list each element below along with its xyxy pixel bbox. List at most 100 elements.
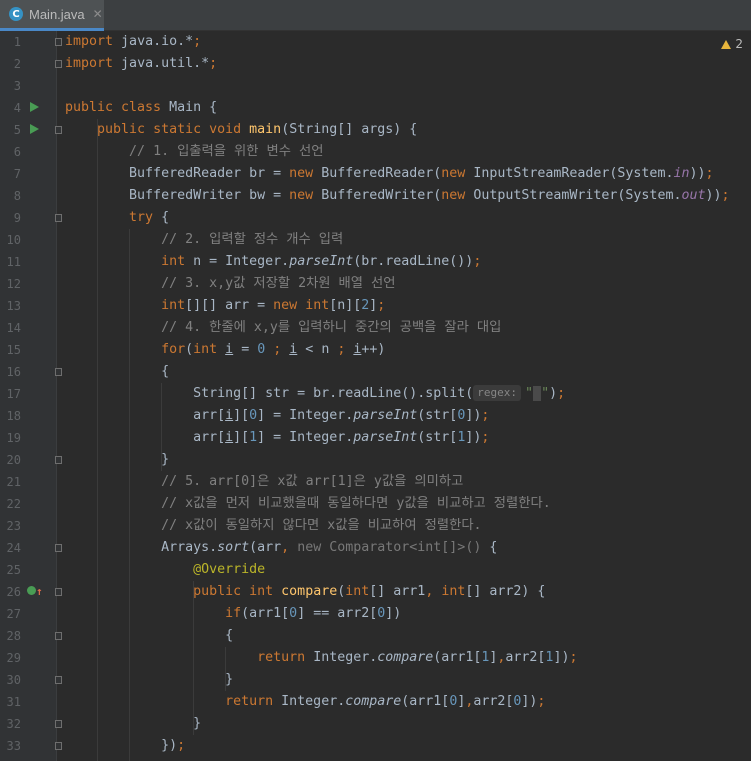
code-line[interactable]: 26 ↑ public int compare(int[] arr1, int[]…: [0, 581, 751, 603]
indent-guide: [97, 119, 98, 761]
line-number: 14: [6, 321, 21, 335]
fold-icon[interactable]: [55, 38, 62, 46]
fold-icon[interactable]: [55, 368, 62, 376]
fold-icon[interactable]: [55, 214, 62, 222]
line-number: 28: [6, 629, 21, 643]
fold-icon[interactable]: [55, 126, 62, 134]
code-line[interactable]: 2 import java.util.*;: [0, 53, 751, 75]
code-line[interactable]: 13 int[][] arr = new int[n][2];: [0, 295, 751, 317]
line-number: 30: [6, 673, 21, 687]
line-number: 17: [6, 387, 21, 401]
code-text: int n = Integer.parseInt(br.readLine());: [161, 254, 482, 269]
code-line[interactable]: 23 // x값이 동일하지 않다면 x값을 비교하여 정렬한다.: [0, 515, 751, 537]
code-text: try {: [129, 210, 170, 225]
code-text: for(int i = 0 ; i < n ; i++): [161, 342, 386, 357]
line-number: 33: [6, 739, 21, 753]
code-text: int[][] arr = new int[n][2];: [161, 298, 386, 313]
code-line[interactable]: 22 // x값을 먼저 비교했을때 동일하다면 y값을 비교하고 정렬한다.: [0, 493, 751, 515]
line-number: 24: [6, 541, 21, 555]
line-number: 31: [6, 695, 21, 709]
code-line[interactable]: 15 for(int i = 0 ; i < n ; i++): [0, 339, 751, 361]
line-number: 10: [6, 233, 21, 247]
code-line[interactable]: 32 }: [0, 713, 751, 735]
line-number: 15: [6, 343, 21, 357]
close-icon[interactable]: ✕: [93, 7, 103, 21]
line-number: 29: [6, 651, 21, 665]
code-line[interactable]: 28 {: [0, 625, 751, 647]
line-number: 4: [13, 101, 21, 115]
code-line[interactable]: 31 return Integer.compare(arr1[0],arr2[0…: [0, 691, 751, 713]
code-text: // 5. arr[0]은 x값 arr[1]은 y값을 의미하고: [161, 474, 464, 489]
code-line[interactable]: 7 BufferedReader br = new BufferedReader…: [0, 163, 751, 185]
code-text: return Integer.compare(arr1[0],arr2[0]);: [225, 694, 546, 709]
line-number: 1: [13, 35, 21, 49]
editor-tab-bar: C Main.java ✕: [0, 0, 751, 31]
code-text: @Override: [193, 562, 266, 577]
code-line[interactable]: 21 // 5. arr[0]은 x값 arr[1]은 y값을 의미하고: [0, 471, 751, 493]
tab-main-java[interactable]: C Main.java ✕: [0, 0, 104, 31]
tab-label: Main.java: [29, 6, 85, 22]
code-text: {: [65, 364, 170, 379]
line-number: 16: [6, 365, 21, 379]
code-line[interactable]: 3: [0, 75, 751, 97]
code-line[interactable]: 8 BufferedWriter bw = new BufferedWriter…: [0, 185, 751, 207]
run-icon[interactable]: [30, 102, 39, 112]
fold-icon[interactable]: [55, 456, 62, 464]
code-line[interactable]: 4 public class Main {: [0, 97, 751, 119]
fold-icon[interactable]: [55, 676, 62, 684]
code-line[interactable]: 17 String[] str = br.readLine().split(re…: [0, 383, 751, 405]
code-line[interactable]: 18 arr[i][0] = Integer.parseInt(str[0]);: [0, 405, 751, 427]
line-number: 27: [6, 607, 21, 621]
fold-icon[interactable]: [55, 588, 62, 596]
line-number: 6: [13, 145, 21, 159]
line-number: 19: [6, 431, 21, 445]
line-number: 7: [13, 167, 21, 181]
code-line[interactable]: 33 });: [0, 735, 751, 757]
fold-icon[interactable]: [55, 632, 62, 640]
code-text: {: [65, 628, 234, 643]
code-text: });: [65, 738, 186, 753]
code-line[interactable]: 30 }: [0, 669, 751, 691]
code-line[interactable]: 29 return Integer.compare(arr1[1],arr2[1…: [0, 647, 751, 669]
code-line[interactable]: 11 int n = Integer.parseInt(br.readLine(…: [0, 251, 751, 273]
code-line[interactable]: 9 try {: [0, 207, 751, 229]
line-number: 9: [13, 211, 21, 225]
code-text: return Integer.compare(arr1[1],arr2[1]);: [257, 650, 578, 665]
fold-icon[interactable]: [55, 720, 62, 728]
code-line[interactable]: 1 import java.io.*;: [0, 31, 751, 53]
code-line[interactable]: 25 @Override: [0, 559, 751, 581]
code-text: import java.io.*;: [65, 34, 202, 49]
line-number: 26: [6, 585, 21, 599]
override-icon[interactable]: ↑: [27, 586, 43, 599]
code-text: // 1. 입출력을 위한 변수 선언: [129, 144, 324, 159]
code-line[interactable]: 12 // 3. x,y값 저장할 2차원 배열 선언: [0, 273, 751, 295]
code-line[interactable]: 24 Arrays.sort(arr, new Comparator<int[]…: [0, 537, 751, 559]
line-number: 21: [6, 475, 21, 489]
code-editor[interactable]: 2 1 import java.io.*; 2 import java.util.*;…: [0, 31, 751, 761]
code-line[interactable]: 5 public static void main(String[] args)…: [0, 119, 751, 141]
run-icon[interactable]: [30, 124, 39, 134]
code-text: // 2. 입력할 정수 개수 입력: [161, 232, 344, 247]
code-text: public class Main {: [65, 100, 218, 115]
code-line[interactable]: 6 // 1. 입출력을 위한 변수 선언: [0, 141, 751, 163]
code-line[interactable]: 27 if(arr1[0] == arr2[0]): [0, 603, 751, 625]
code-line[interactable]: 16 {: [0, 361, 751, 383]
fold-icon[interactable]: [55, 60, 62, 68]
code-line[interactable]: 20 }: [0, 449, 751, 471]
line-number: 12: [6, 277, 21, 291]
code-line[interactable]: 10 // 2. 입력할 정수 개수 입력: [0, 229, 751, 251]
code-text: public int compare(int[] arr1, int[] arr…: [193, 584, 546, 599]
code-line[interactable]: 14 // 4. 한줄에 x,y를 입력하니 중간의 공백을 잘라 대입: [0, 317, 751, 339]
line-number: 11: [6, 255, 21, 269]
line-number: 25: [6, 563, 21, 577]
code-text: // 3. x,y값 저장할 2차원 배열 선언: [161, 276, 396, 291]
code-text: // x값이 동일하지 않다면 x값을 비교하여 정렬한다.: [161, 518, 482, 533]
code-line[interactable]: 19 arr[i][1] = Integer.parseInt(str[1]);: [0, 427, 751, 449]
code-text: }: [65, 672, 234, 687]
java-class-icon: C: [9, 7, 23, 21]
line-number: 20: [6, 453, 21, 467]
fold-icon[interactable]: [55, 544, 62, 552]
fold-icon[interactable]: [55, 742, 62, 750]
code-text: if(arr1[0] == arr2[0]): [225, 606, 402, 621]
line-number: 18: [6, 409, 21, 423]
